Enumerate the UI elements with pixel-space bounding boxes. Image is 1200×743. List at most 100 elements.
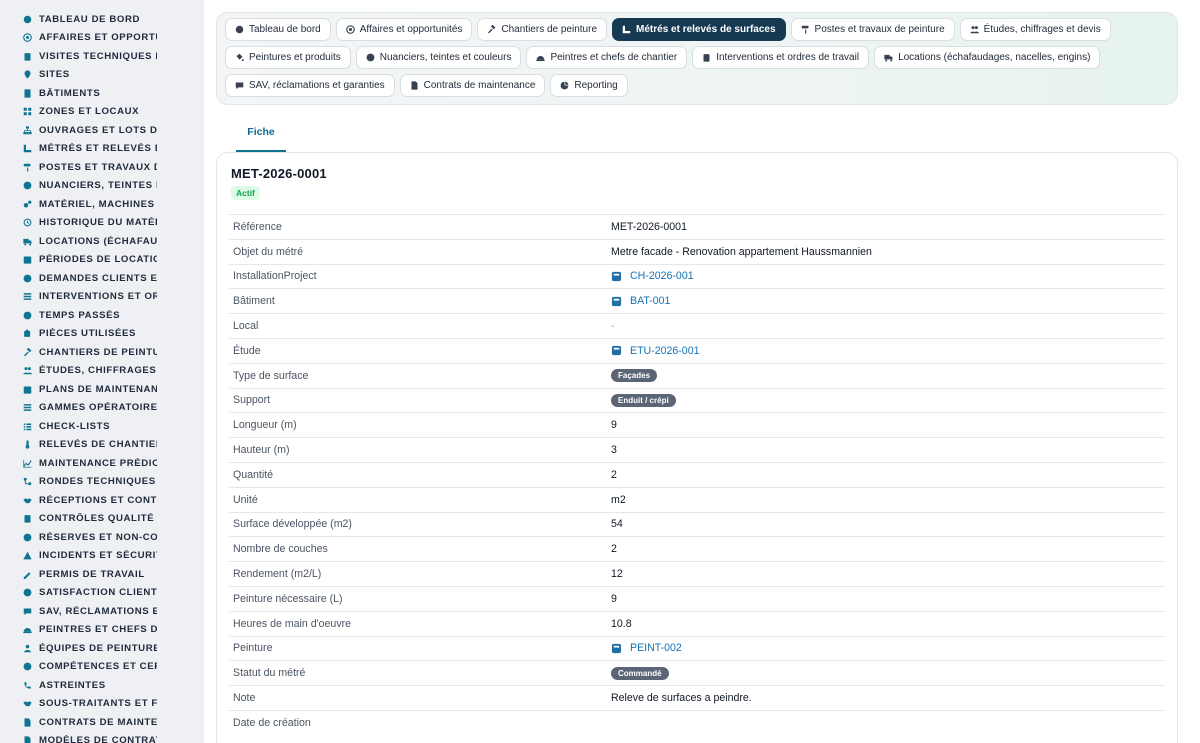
sidebar-item[interactable]: HISTORIQUE DU MATÉRIEL (0, 214, 204, 233)
tab-fiche[interactable]: Fiche (236, 118, 286, 152)
sidebar-item[interactable]: MÉTRÉS ET RELEVÉS DE SURFACES (0, 140, 204, 159)
record-link-text: ETU-2026-001 (630, 344, 700, 357)
module-tab[interactable]: SAV, réclamations et garanties (225, 74, 395, 97)
sidebar-item[interactable]: MATÉRIEL, MACHINES ET OUTILS (0, 195, 204, 214)
sidebar-item-label: VISITES TECHNIQUES ET (39, 50, 157, 62)
chat-icon (23, 607, 32, 616)
module-tab[interactable]: Tableau de bord (225, 18, 331, 41)
field-row: Peinture PEINT-002 (229, 635, 1165, 661)
sidebar-item[interactable]: AFFAIRES ET OPPORTUNITÉS (0, 29, 204, 48)
field-row: Date de création (229, 709, 1165, 735)
sidebar-item-label: PIÈCES UTILISÉES (39, 328, 137, 340)
record-link[interactable]: BAT-001 (611, 295, 670, 307)
paint-bucket-icon (235, 53, 244, 62)
chart-line-icon (23, 459, 32, 468)
sidebar-item[interactable]: POSTES ET TRAVAUX DE PEINTURE (0, 158, 204, 177)
field-value-text: 12 (611, 568, 623, 581)
sidebar-item[interactable]: PLANS DE MAINTENANCE (0, 380, 204, 399)
field-row: Étude ETU-2026-001 (229, 337, 1165, 363)
field-value: - (611, 320, 615, 332)
sidebar-item-label: SAV, RÉCLAMATIONS ET GARANTIES (39, 605, 157, 617)
sidebar-item[interactable]: BÂTIMENTS (0, 84, 204, 103)
sidebar-item-label: ÉQUIPES DE PEINTURE (39, 642, 157, 654)
record-link[interactable]: ETU-2026-001 (611, 345, 700, 357)
field-label: Référence (233, 220, 282, 233)
main-content: Tableau de bord Affaires et opportunités C… (216, 0, 1200, 743)
field-row: Référence MET-2026-0001 (229, 214, 1165, 239)
sidebar-item-label: PÉRIODES DE LOCATION (39, 254, 157, 266)
sidebar-item[interactable]: VISITES TECHNIQUES ET (0, 47, 204, 66)
module-tab[interactable]: Études, chiffrages et devis (959, 18, 1111, 41)
sidebar-item[interactable]: CONTRATS DE MAINTENANCE (0, 713, 204, 732)
module-tab[interactable]: Contrats de maintenance (399, 74, 546, 97)
sidebar-item[interactable]: SOUS-TRAITANTS ET FOURNISSEURS (0, 695, 204, 714)
record-link-icon (611, 296, 622, 307)
field-list: Référence MET-2026-0001 Objet du métré Metr… (229, 214, 1165, 735)
field-row: Peinture nécessaire (L) 9 (229, 585, 1165, 611)
module-tab-label: Affaires et opportunités (359, 24, 463, 35)
sidebar-item[interactable]: SATISFACTION CLIENT (0, 584, 204, 603)
module-tab-label: Postes et travaux de peinture (814, 24, 945, 35)
field-label: Date de création (233, 716, 311, 729)
sidebar-item[interactable]: ASTREINTES (0, 676, 204, 695)
sidebar-item[interactable]: NUANCIERS, TEINTES ET COULEURS (0, 177, 204, 196)
sidebar-item[interactable]: COMPÉTENCES ET CERTIFICATIONS (0, 658, 204, 677)
module-tab[interactable]: Nuanciers, teintes et couleurs (355, 46, 522, 69)
sidebar-item[interactable]: MODÈLES DE CONTRATS (0, 732, 204, 743)
module-tab-label: Tableau de bord (249, 24, 321, 35)
module-tab[interactable]: Locations (échafaudages, nacelles, engin… (874, 46, 1101, 69)
sidebar-item[interactable]: INCIDENTS ET SÉCURITÉ (0, 547, 204, 566)
sidebar-item[interactable]: CHECK-LISTS (0, 417, 204, 436)
sidebar-item[interactable]: RELEVÉS DE CHANTIER (0, 436, 204, 455)
sidebar-item[interactable]: SAV, RÉCLAMATIONS ET GARANTIES (0, 602, 204, 621)
sidebar-item[interactable]: LOCATIONS (ÉCHAFAUDAGES) (0, 232, 204, 251)
sidebar-item[interactable]: TEMPS PASSÉS (0, 306, 204, 325)
sidebar-item[interactable]: GAMMES OPÉRATOIRES (0, 399, 204, 418)
record-link-icon (611, 345, 622, 356)
file-contract-icon (410, 81, 419, 90)
module-tab[interactable]: Reporting (550, 74, 628, 97)
sidebar-item[interactable]: SITES (0, 66, 204, 85)
sidebar-item[interactable]: TABLEAU DE BORD (0, 10, 204, 29)
record-link[interactable]: PEINT-002 (611, 642, 682, 654)
module-tab[interactable]: Peintres et chefs de chantier (526, 46, 688, 69)
field-row: Local - (229, 313, 1165, 338)
module-tab-label: Études, chiffrages et devis (983, 24, 1101, 35)
sidebar-item[interactable]: MAINTENANCE PRÉDICTIVE (0, 454, 204, 473)
field-value-text: 2 (611, 468, 617, 481)
sidebar-item[interactable]: ÉTUDES, CHIFFRAGES ET DEVIS (0, 362, 204, 381)
sidebar-item[interactable]: ZONES ET LOCAUX (0, 103, 204, 122)
sidebar-item-label: CONTRATS DE MAINTENANCE (39, 716, 157, 728)
sidebar-item[interactable]: ÉQUIPES DE PEINTURE (0, 639, 204, 658)
sidebar-item[interactable]: PEINTRES ET CHEFS DE CHANTIER (0, 621, 204, 640)
sidebar-item-label: GAMMES OPÉRATOIRES (39, 402, 157, 414)
sidebar-item[interactable]: RÉSERVES ET NON-CONFORMITÉS (0, 528, 204, 547)
field-value: CH-2026-001 (611, 270, 694, 282)
sidebar-item-label: HISTORIQUE DU MATÉRIEL (39, 217, 157, 229)
sidebar-item[interactable]: CHANTIERS DE PEINTURE (0, 343, 204, 362)
module-tab[interactable]: Peintures et produits (225, 46, 351, 69)
sidebar-item[interactable]: PÉRIODES DE LOCATION (0, 251, 204, 270)
puzzle-icon (23, 329, 32, 338)
tab-row: SAV, réclamations et garanties Contrats d… (225, 74, 1177, 97)
sidebar-item[interactable]: INTERVENTIONS ET ORDRES (0, 288, 204, 307)
sidebar-item-label: MÉTRÉS ET RELEVÉS DE SURFACES (39, 143, 157, 155)
sidebar-item[interactable]: OUVRAGES ET LOTS DE TRAVAUX (0, 121, 204, 140)
sidebar-item[interactable]: PERMIS DE TRAVAIL (0, 565, 204, 584)
sidebar-item[interactable]: CONTRÔLES QUALITÉ ET (0, 510, 204, 529)
sidebar-item-label: RÉSERVES ET NON-CONFORMITÉS (39, 531, 157, 543)
module-tab[interactable]: Postes et travaux de peinture (790, 18, 955, 41)
module-tab[interactable]: Chantiers de peinture (477, 18, 608, 41)
field-row: InstallationProject CH-2026-001 (229, 263, 1165, 289)
sidebar-item[interactable]: DEMANDES CLIENTS ET INTERVENTIONS (0, 269, 204, 288)
sidebar-item-label: LOCATIONS (ÉCHAFAUDAGES) (39, 235, 157, 247)
module-tab[interactable]: Affaires et opportunités (335, 18, 473, 41)
module-tab[interactable]: Interventions et ordres de travail (692, 46, 870, 69)
record-link[interactable]: CH-2026-001 (611, 270, 694, 282)
sidebar-item-label: CHECK-LISTS (39, 420, 111, 432)
sidebar-item[interactable]: PIÈCES UTILISÉES (0, 325, 204, 344)
sidebar-item-label: PLANS DE MAINTENANCE (39, 383, 157, 395)
sidebar-item[interactable]: RÉCEPTIONS ET CONTRÔLES (0, 491, 204, 510)
module-tab[interactable]: Métrés et relevés de surfaces (612, 18, 786, 41)
sidebar-item[interactable]: RONDES TECHNIQUES (0, 473, 204, 492)
